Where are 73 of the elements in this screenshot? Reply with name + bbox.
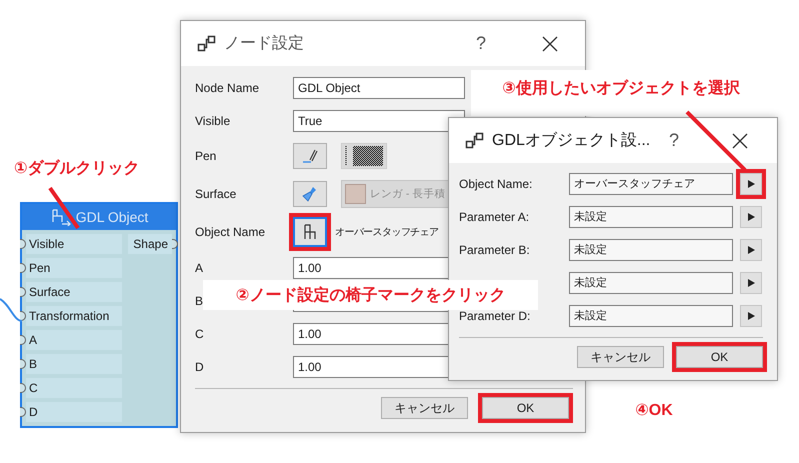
help-button[interactable]: ? (476, 33, 486, 54)
arrow-button[interactable] (740, 304, 762, 326)
dialog-button[interactable]: OK (482, 397, 569, 419)
field-label: Visible (195, 114, 230, 128)
node-title: GDL Object (76, 209, 148, 225)
play-icon (746, 310, 756, 320)
input-field[interactable]: GDL Object (293, 76, 465, 98)
input-port-label: Visible (26, 234, 122, 254)
play-icon (746, 244, 756, 254)
annotation-text: ③使用したいオブジェクトを選択 (502, 78, 740, 99)
annotation-text: ④OK (635, 401, 673, 420)
field-label: A (195, 260, 204, 274)
input-field[interactable]: オーバースタッフチェア (569, 172, 733, 194)
field-label: D (195, 360, 204, 374)
dialog-button[interactable]: キャンセル (381, 397, 468, 419)
object-icon (50, 208, 72, 226)
port[interactable] (20, 239, 26, 249)
arrow-button[interactable] (740, 272, 762, 294)
input-port-label: Pen (26, 258, 122, 278)
field-label: Object Name (195, 225, 266, 239)
dialog-button[interactable]: OK (676, 346, 763, 368)
input-port-label: Surface (26, 282, 122, 302)
pen-icon (301, 147, 319, 165)
annotation-text: ②ノード設定の椅子マークをクリック (236, 285, 506, 306)
object-name: オーバースタッフチェア (335, 226, 438, 239)
input-field[interactable]: 未設定 (569, 304, 733, 326)
node-icon (465, 132, 484, 149)
field-label: Surface (195, 187, 236, 201)
port[interactable] (20, 263, 26, 273)
field-label: Parameter A: (459, 210, 530, 224)
input-port-label: C (26, 378, 122, 398)
port[interactable] (20, 287, 26, 297)
material-swatch (345, 184, 366, 204)
output-port-label: Shape (128, 234, 172, 254)
annotation-text: ①ダブルクリック (14, 158, 140, 179)
port[interactable] (172, 239, 178, 249)
brush-icon (301, 185, 319, 203)
play-icon (746, 278, 756, 288)
dialog-title: ノード設定 (224, 34, 305, 54)
field-label: Parameter B: (459, 242, 530, 256)
input-port-label: Transformation (26, 306, 122, 326)
arrow-button[interactable] (740, 206, 762, 228)
input-field[interactable]: 未設定 (569, 206, 733, 228)
node-card[interactable]: GDL Object Visible Pen Surface Transformation A B C D Shape (20, 202, 178, 428)
dialog-button[interactable]: キャンセル (577, 346, 664, 368)
field-label: Object Name: (459, 176, 532, 190)
input-field[interactable]: 未設定 (569, 272, 733, 294)
field-label: B (195, 294, 204, 308)
port[interactable] (20, 407, 26, 417)
port[interactable] (20, 311, 26, 321)
input-port-label: A (26, 330, 122, 350)
field-label: Parameter D: (459, 308, 530, 322)
port[interactable] (20, 383, 26, 393)
field-label: C (195, 326, 204, 340)
field-label: Node Name (195, 80, 260, 94)
port[interactable] (20, 335, 26, 345)
play-icon (746, 212, 756, 222)
field-label: Pen (195, 149, 216, 163)
material-name: レンガ - 長手積 (370, 187, 446, 201)
arrow-button[interactable] (740, 238, 762, 260)
help-button[interactable]: ? (668, 130, 679, 151)
input-port-label: B (26, 354, 122, 374)
pen-pattern-swatch (341, 143, 387, 169)
input-port-label: D (26, 402, 122, 422)
pen-button[interactable] (293, 143, 327, 169)
play-icon (746, 178, 756, 188)
input-field[interactable]: 未設定 (569, 238, 733, 260)
close-icon[interactable] (731, 132, 749, 150)
dialog-title: GDLオブジェクト設... (492, 130, 652, 151)
node-icon (197, 35, 216, 52)
input-field[interactable]: True (293, 110, 465, 132)
close-icon[interactable] (541, 34, 559, 52)
port[interactable] (20, 359, 26, 369)
